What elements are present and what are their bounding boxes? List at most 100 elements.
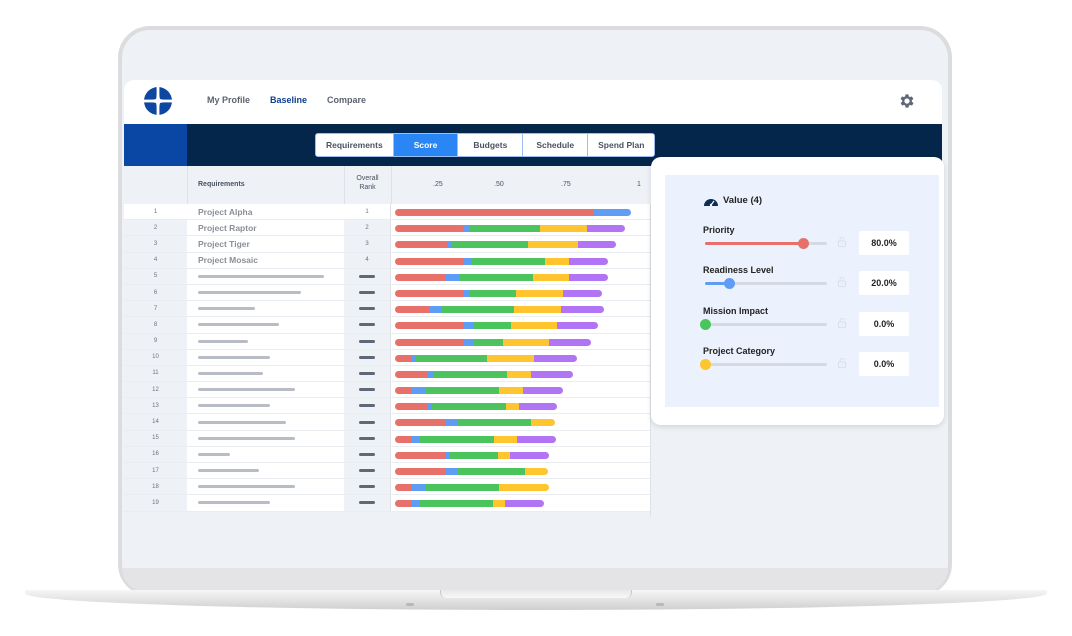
row-number: 10	[124, 349, 187, 365]
rank-placeholder	[359, 388, 375, 392]
panel-title: Value (4)	[723, 195, 763, 206]
slider-track[interactable]	[700, 359, 827, 370]
score-bar[interactable]	[395, 306, 604, 314]
score-bar[interactable]	[395, 289, 602, 297]
tab-spend-plan[interactable]: Spend Plan	[588, 134, 655, 156]
row-requirement-name[interactable]	[187, 349, 344, 365]
table-row[interactable]: 13	[124, 398, 650, 415]
slider-handle[interactable]	[724, 278, 736, 289]
score-bar[interactable]	[395, 241, 617, 249]
row-requirement-name[interactable]	[187, 301, 344, 317]
row-requirement-name[interactable]	[187, 463, 344, 479]
score-bar[interactable]	[395, 322, 598, 330]
row-number: 2	[124, 220, 187, 236]
table-row[interactable]: 6	[124, 284, 650, 302]
bar-segment-mission	[431, 403, 507, 411]
tab-requirements[interactable]: Requirements	[316, 134, 394, 156]
score-bar[interactable]	[395, 338, 591, 346]
score-bar[interactable]	[395, 484, 549, 492]
slider-handle[interactable]	[700, 359, 711, 370]
table-row[interactable]: 18	[124, 479, 650, 496]
tab-budgets[interactable]: Budgets	[458, 134, 524, 156]
bar-segment-priority	[395, 419, 446, 427]
table-row[interactable]: 4 Project Mosaic 4	[124, 252, 650, 269]
score-bar[interactable]	[395, 435, 557, 443]
row-requirement-name[interactable]	[187, 414, 344, 430]
table-row[interactable]: 5	[124, 268, 650, 285]
row-requirement-name[interactable]	[187, 284, 344, 301]
row-requirement-name[interactable]	[187, 317, 344, 333]
header-requirements[interactable]: Requirements	[198, 181, 245, 188]
table-row[interactable]: 1 Project Alpha 1	[124, 204, 650, 221]
slider-track[interactable]	[700, 319, 827, 330]
table-row[interactable]: 15	[124, 430, 650, 447]
bar-segment-other	[510, 451, 550, 459]
row-requirement-name[interactable]	[187, 495, 344, 511]
row-requirement-name[interactable]: Project Mosaic	[187, 252, 344, 268]
slider-value-input[interactable]: 0.0%	[859, 312, 909, 336]
logo-icon[interactable]	[144, 87, 172, 115]
row-requirement-name[interactable]: Project Raptor	[187, 220, 344, 236]
table-row[interactable]: 19	[124, 495, 650, 512]
table-row[interactable]: 11	[124, 365, 650, 383]
tab-schedule[interactable]: Schedule	[523, 134, 589, 156]
row-requirement-name[interactable]	[187, 333, 344, 349]
slider-value-input[interactable]: 0.0%	[859, 352, 909, 376]
bar-segment-priority	[395, 354, 412, 362]
score-bar[interactable]	[395, 419, 555, 427]
table-row[interactable]: 10	[124, 349, 650, 366]
slider-value-input[interactable]: 80.0%	[859, 231, 909, 255]
score-bar[interactable]	[395, 370, 573, 378]
score-bar[interactable]	[395, 354, 577, 362]
score-bar[interactable]	[395, 273, 608, 281]
score-bar[interactable]	[395, 209, 632, 216]
slider-value-input[interactable]: 20.0%	[859, 271, 909, 295]
lock-icon[interactable]	[838, 358, 846, 368]
row-requirement-name[interactable]	[187, 398, 344, 414]
nav-compare[interactable]: Compare	[327, 95, 366, 105]
tab-score[interactable]: Score	[393, 134, 459, 156]
score-bar[interactable]	[395, 225, 625, 233]
row-requirement-name[interactable]: Project Tiger	[187, 236, 344, 252]
table-row[interactable]: 3 Project Tiger 3	[124, 236, 650, 253]
row-requirement-name[interactable]: Project Alpha	[187, 204, 344, 220]
row-requirement-name[interactable]	[187, 446, 344, 462]
slider-track[interactable]	[705, 238, 827, 249]
score-bar[interactable]	[395, 500, 545, 508]
table-row[interactable]: 2 Project Raptor 2	[124, 220, 650, 237]
lock-icon[interactable]	[838, 277, 846, 287]
table-row[interactable]: 17	[124, 463, 650, 480]
score-bar[interactable]	[395, 468, 549, 475]
row-requirement-name[interactable]	[187, 430, 344, 446]
row-number: 18	[124, 479, 187, 495]
score-bar[interactable]	[395, 403, 558, 411]
lock-icon[interactable]	[838, 318, 846, 328]
lock-icon[interactable]	[838, 237, 846, 247]
slider-label: Project Category	[703, 346, 776, 356]
nav-baseline[interactable]: Baseline	[270, 95, 307, 105]
score-bar[interactable]	[395, 451, 550, 459]
table-row[interactable]: 7	[124, 301, 650, 318]
row-requirement-name[interactable]	[187, 382, 344, 398]
bar-segment-priority	[395, 484, 412, 492]
row-requirement-name[interactable]	[187, 268, 344, 284]
table-row[interactable]: 16	[124, 446, 650, 463]
table-row[interactable]: 14	[124, 414, 650, 431]
header-rank-line1[interactable]: Overall	[344, 175, 391, 182]
row-requirement-name[interactable]	[187, 479, 344, 495]
score-bar[interactable]	[395, 257, 608, 265]
row-rank	[344, 333, 391, 349]
gear-icon[interactable]	[898, 92, 916, 110]
slider-handle[interactable]	[797, 238, 809, 249]
score-bar[interactable]	[395, 387, 564, 395]
row-rank	[344, 382, 391, 398]
table-row[interactable]: 12	[124, 382, 650, 399]
row-requirement-name[interactable]	[187, 365, 344, 382]
nav-my-profile[interactable]: My Profile	[207, 95, 250, 105]
table-row[interactable]: 8	[124, 317, 650, 334]
slider-track[interactable]	[705, 278, 827, 289]
table-row[interactable]: 9	[124, 333, 650, 350]
row-number: 6	[124, 284, 187, 301]
slider-handle[interactable]	[700, 319, 711, 330]
bar-segment-priority	[395, 435, 412, 443]
